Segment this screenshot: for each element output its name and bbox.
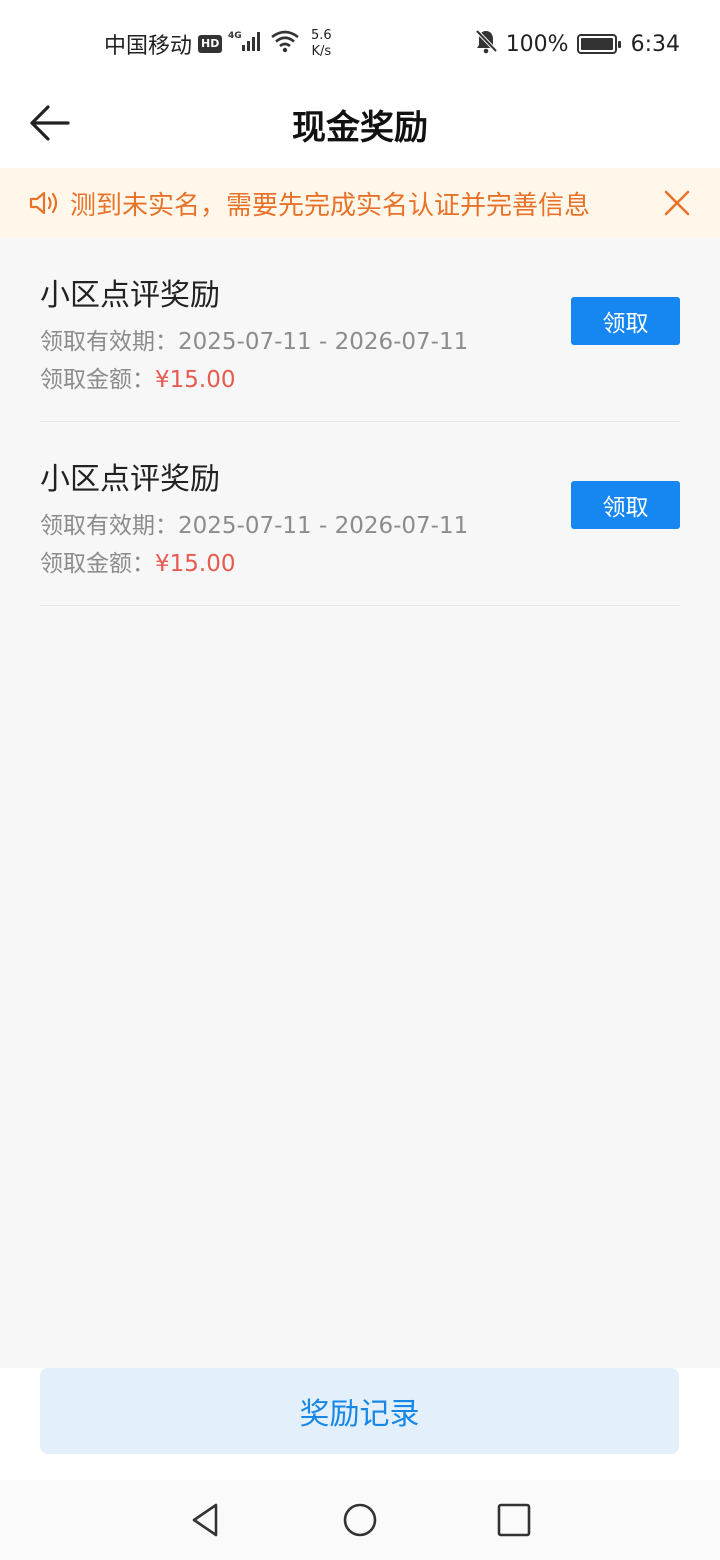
reward-item: 小区点评奖励 领取有效期：2025-07-11 - 2026-07-11 领取金… bbox=[40, 238, 680, 422]
period-label: 领取有效期： bbox=[40, 513, 178, 539]
reward-period: 领取有效期：2025-07-11 - 2026-07-11 bbox=[40, 506, 468, 540]
battery-percent: 100% bbox=[505, 31, 569, 57]
network-type-label: 4G bbox=[228, 31, 242, 41]
claim-button[interactable]: 领取 bbox=[571, 481, 680, 529]
hd-badge: HD bbox=[198, 35, 223, 53]
amount-label: 领取金额： bbox=[40, 367, 155, 393]
close-icon[interactable] bbox=[662, 188, 692, 218]
reward-list: 小区点评奖励 领取有效期：2025-07-11 - 2026-07-11 领取金… bbox=[40, 238, 680, 606]
period-value: 2025-07-11 - 2026-07-11 bbox=[178, 329, 469, 355]
clock: 6:34 bbox=[630, 31, 680, 57]
reward-period: 领取有效期：2025-07-11 - 2026-07-11 bbox=[40, 322, 468, 356]
speed-value: 5.6 bbox=[311, 28, 332, 43]
page-title: 现金奖励 bbox=[292, 108, 428, 148]
period-value: 2025-07-11 - 2026-07-11 bbox=[178, 513, 469, 539]
reward-amount-row: 领取金额：¥15.00 bbox=[40, 360, 235, 394]
reward-title: 小区点评奖励 bbox=[40, 278, 220, 313]
reward-item: 小区点评奖励 领取有效期：2025-07-11 - 2026-07-11 领取金… bbox=[40, 422, 680, 606]
amount-value: ¥15.00 bbox=[155, 367, 236, 393]
network-speed: 5.6 K/s bbox=[306, 28, 336, 60]
wifi-icon bbox=[270, 29, 300, 59]
claim-button[interactable]: 领取 bbox=[571, 297, 680, 345]
speed-unit: K/s bbox=[311, 44, 332, 59]
app-header: 现金奖励 bbox=[0, 84, 720, 168]
status-right: 100% 6:34 bbox=[474, 28, 680, 60]
nav-back-icon[interactable] bbox=[186, 1500, 226, 1540]
carrier-name: 中国移动 bbox=[104, 34, 193, 59]
nav-home-icon[interactable] bbox=[340, 1500, 380, 1540]
notice-text: 测到未实名，需要先完成实名认证并完善信息 bbox=[70, 191, 591, 221]
reward-amount-row: 领取金额：¥15.00 bbox=[40, 544, 235, 578]
real-name-notice[interactable]: 测到未实名，需要先完成实名认证并完善信息 bbox=[0, 168, 720, 238]
bottom-action-area: 奖励记录 bbox=[0, 1368, 720, 1480]
status-left: 中国移动 HD 4G 5.6 K/s bbox=[104, 28, 336, 60]
nav-recent-apps-icon[interactable] bbox=[494, 1500, 534, 1540]
bell-muted-icon bbox=[474, 28, 498, 60]
status-bar: 中国移动 HD 4G 5.6 K/s 100% 6:34 bbox=[0, 0, 720, 84]
reward-title: 小区点评奖励 bbox=[40, 462, 220, 497]
amount-value: ¥15.00 bbox=[155, 551, 236, 577]
reward-records-button[interactable]: 奖励记录 bbox=[40, 1368, 679, 1454]
cellular-signal-icon: 4G bbox=[228, 29, 264, 59]
period-label: 领取有效期： bbox=[40, 329, 178, 355]
system-nav-bar bbox=[0, 1480, 720, 1560]
battery-icon bbox=[576, 34, 621, 54]
speaker-icon bbox=[29, 191, 58, 215]
amount-label: 领取金额： bbox=[40, 551, 155, 577]
